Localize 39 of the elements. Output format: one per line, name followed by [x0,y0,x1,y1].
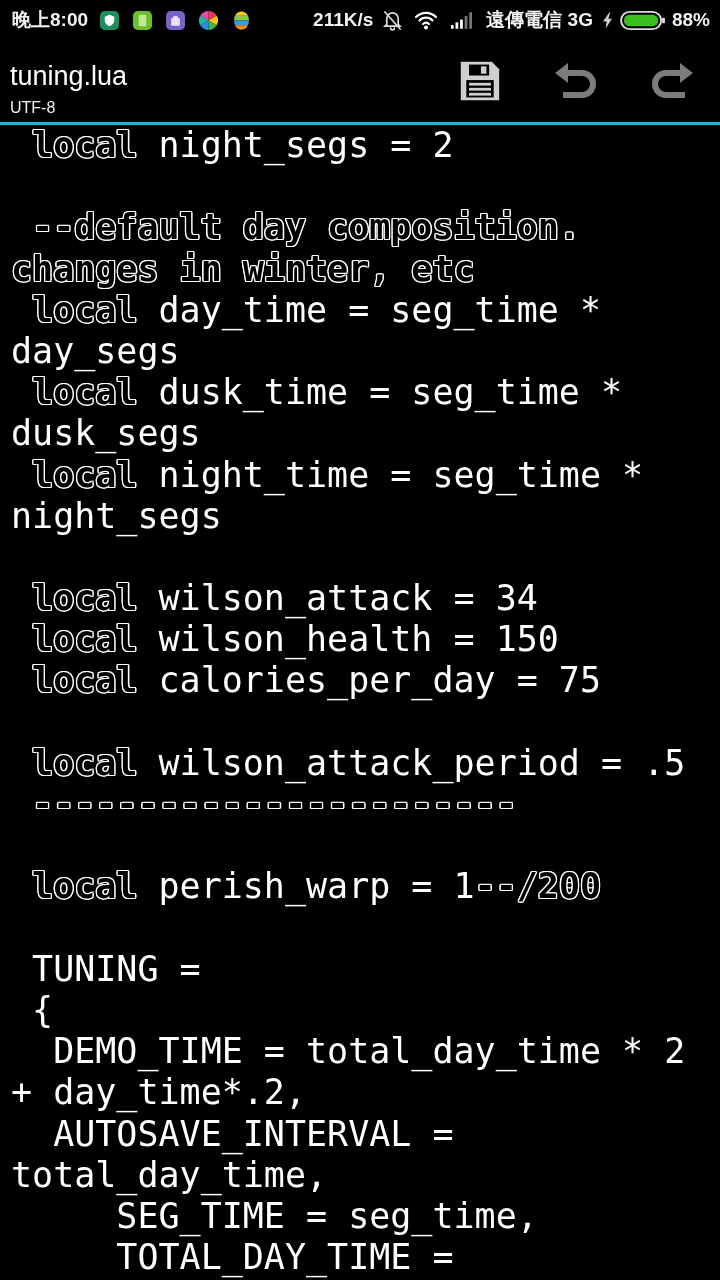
code-line: day_segs [10,330,180,373]
striped-egg-icon [234,10,250,30]
tablet-icon [133,10,153,30]
signal-icon [450,11,473,29]
code-line: local calories_per_day = 75 [31,660,602,702]
file-title: tuning.lua [10,60,128,92]
charging-bolt-icon [602,11,612,29]
wifi-icon [414,10,439,30]
code-line: --default day composition. [31,207,580,249]
code-line: DEMO_TIME = total_day_time * 2 [52,1031,686,1073]
code-line: dusk_segs [10,413,201,455]
carrier-name: 遠傳電信 3G [486,9,593,31]
code-line: total_day_time, [10,1154,328,1196]
battery-icon [619,9,666,31]
code-line: local night_time = seg_time * [31,454,644,496]
code-line: AUTOSAVE_INTERVAL = [52,1113,454,1155]
code-line: TOTAL_DAY_TIME = [115,1237,454,1279]
code-line: local wilson_health = 150 [31,619,559,661]
code-line: local perish_warp = 1--/200 [31,866,602,908]
encoding-label: UTF-8 [10,98,56,118]
code-line: changes in winter, etc [10,248,475,290]
code-line: local wilson_attack = 34 [31,578,538,620]
code-line: local day_time = seg_time * [31,289,602,331]
code-line: night_segs [10,495,222,537]
code-line: ----------------------- [31,784,517,826]
code-line: local night_segs = 2 [31,125,454,167]
code-line: + day_time*.2, [10,1072,306,1114]
bell-muted-icon [383,9,403,31]
code-line: TUNING = [31,948,201,990]
code-line: local dusk_time = seg_time * [31,372,623,414]
battery-percent: 88% [671,9,710,31]
status-time: 晚上8:00 [12,9,89,31]
network-speed: 211K/s [313,9,374,31]
code-line: local wilson_attack_period = .5 [31,742,686,784]
code-line: { [31,989,54,1032]
shield-icon [100,10,120,30]
shopping-bag-icon [166,10,186,30]
pinwheel-icon [199,10,219,30]
code-line: SEG_TIME = seg_time, [116,1195,538,1238]
